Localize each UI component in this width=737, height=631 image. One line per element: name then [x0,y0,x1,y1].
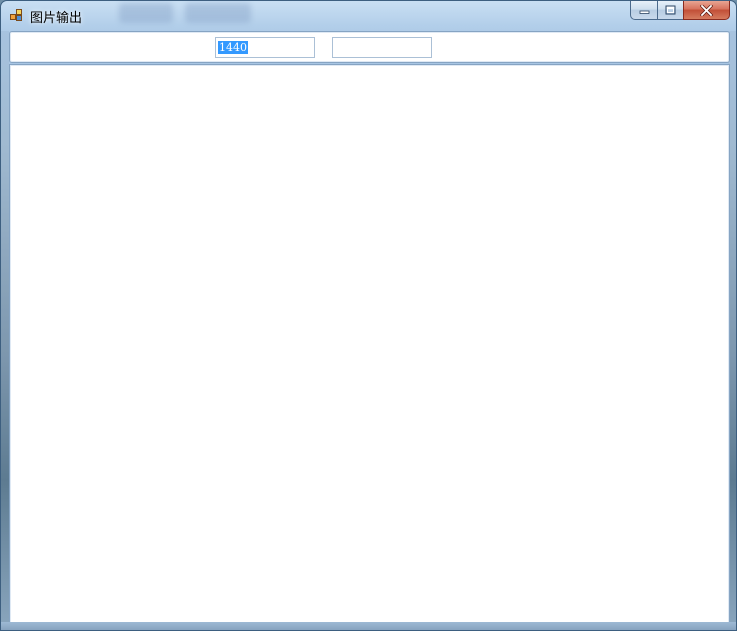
minimize-button[interactable] [630,1,657,20]
height-input[interactable] [332,37,432,58]
selected-text: 1440 [218,41,248,54]
maximize-button[interactable] [657,1,683,20]
maximize-icon [665,5,676,15]
window-title: 图片输出 [30,11,83,26]
image-output-panel[interactable] [9,64,730,624]
window-frame-left [1,31,9,630]
width-input[interactable]: 1440 [215,37,315,58]
minimize-icon [639,10,649,14]
title-bar-glass-blur [185,3,251,23]
close-button[interactable] [683,1,730,20]
caption-buttons [630,1,730,21]
title-bar-glass-blur [119,3,173,23]
toolbar-panel: 1440 [9,31,730,63]
app-window-icon[interactable] [10,9,23,22]
window-frame-bottom [1,622,736,630]
title-bar[interactable]: 图片输出 [1,1,736,31]
app-window: 图片输出 1440 [0,0,737,631]
close-icon [700,4,713,16]
